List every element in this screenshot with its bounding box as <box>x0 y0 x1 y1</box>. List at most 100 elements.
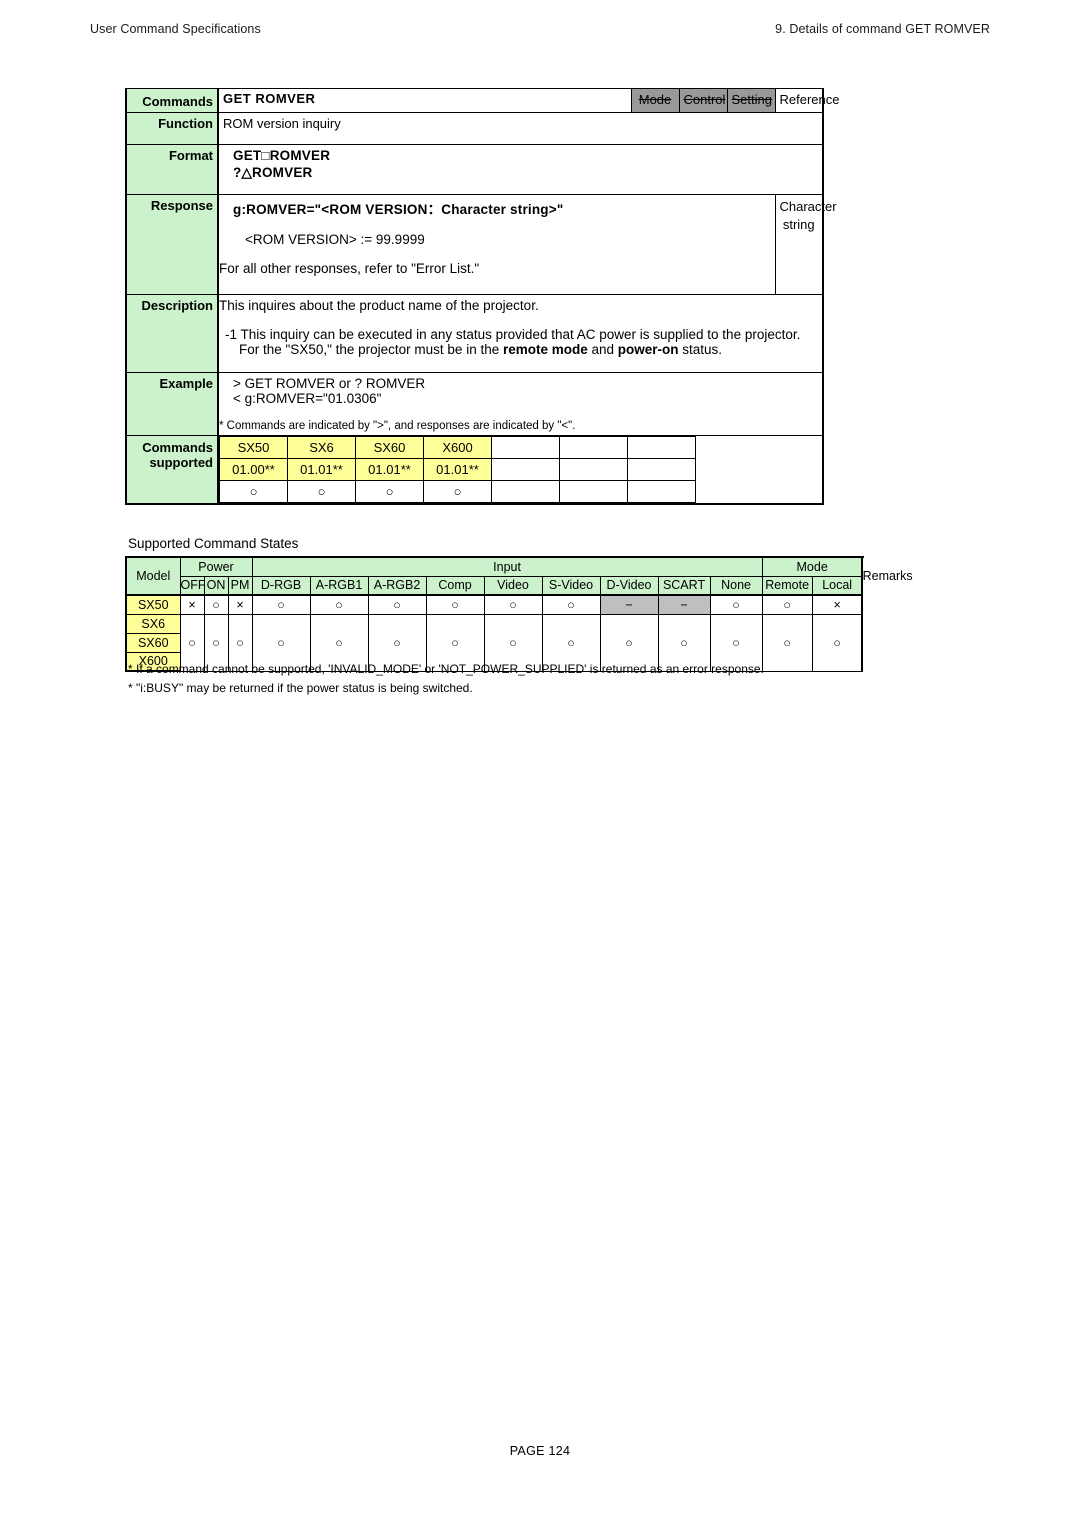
label-commands: Commands <box>125 88 219 113</box>
command-title: GET ROMVER <box>217 88 632 113</box>
page-header: User Command Specifications 9. Details o… <box>90 22 990 42</box>
states-sub-input-a-rgb1: A-RGB1 <box>309 575 369 596</box>
states-sub-input-s-video: S-Video <box>541 575 601 596</box>
states-sub-input-d-rgb: D-RGB <box>251 575 311 596</box>
spec-row-title: Commands GET ROMVER Mode Control Setting… <box>125 88 839 113</box>
states-header-input: Input <box>251 556 763 577</box>
cs-support-1: ○ <box>287 480 356 503</box>
states-sub-input-comp: Comp <box>425 575 485 596</box>
states-row-model-sx60: SX60 <box>125 632 181 653</box>
flag-control: Control <box>678 88 728 113</box>
cs-support-3: ○ <box>423 480 492 503</box>
cs-filler <box>695 436 822 503</box>
states-cell-sx6group-13: ○ <box>811 613 863 672</box>
cs-support-5 <box>559 480 628 503</box>
desc-sub-mid: and <box>587 342 618 357</box>
format-line-2: ?△ROMVER <box>233 165 313 180</box>
label-commands-supported-line-2: supported <box>149 455 213 470</box>
cs-model-0: SX50 <box>219 436 288 459</box>
example-line-2: < g:ROMVER="01.0306" <box>233 391 382 406</box>
states-header-power: Power <box>179 556 253 577</box>
states-sub-input-video: Video <box>483 575 543 596</box>
label-commands-supported: Commands supported <box>125 435 219 505</box>
footnotes: * If a command cannot be supported, 'INV… <box>128 660 764 697</box>
states-cell-sx50-2: × <box>227 594 253 615</box>
footnote-1: * If a command cannot be supported, 'INV… <box>128 662 764 676</box>
states-cell-sx50-11: ○ <box>709 594 763 615</box>
states-cell-sx50-13: × <box>811 594 863 615</box>
cs-model-2: SX60 <box>355 436 424 459</box>
cs-version-1: 01.01** <box>287 458 356 481</box>
states-cell-sx50-5: ○ <box>367 594 427 615</box>
states-header-mode: Mode <box>761 556 863 577</box>
response-note: For all other responses, refer to "Error… <box>219 261 480 276</box>
cs-version-0: 01.00** <box>219 458 288 481</box>
response-syntax: g:ROMVER="<ROM VERSION：Character string>… <box>233 202 564 217</box>
page-header-right: 9. Details of command GET ROMVER <box>775 22 990 36</box>
label-response: Response <box>125 194 219 295</box>
states-row-model-sx50: SX50 <box>125 594 181 615</box>
spec-row-format: Format GET□ROMVER ?△ROMVER <box>125 144 824 195</box>
states-cell-sx50-1: ○ <box>203 594 229 615</box>
states-sub-header-row: OFF ON PM D-RGB A-RGB1 A-RGB2 Comp Video… <box>126 575 863 596</box>
spec-row-description: Description This inquires about the prod… <box>125 294 824 373</box>
response-type-line-1: Character <box>779 199 837 214</box>
cs-model-5 <box>559 436 628 459</box>
command-spec-table: Commands GET ROMVER Mode Control Setting… <box>125 88 839 505</box>
spec-row-function: Function ROM version inquiry <box>125 112 824 145</box>
page-footer: PAGE 124 <box>509 1444 571 1458</box>
states-cell-sx50-6: ○ <box>425 594 485 615</box>
cs-support-6 <box>627 480 696 503</box>
cs-model-1: SX6 <box>287 436 356 459</box>
cs-support-4 <box>491 480 560 503</box>
label-format: Format <box>125 144 219 195</box>
states-cell-sx50-8: ○ <box>541 594 601 615</box>
label-commands-supported-line-1: Commands <box>142 440 213 455</box>
description-bullet-text: This inquiry can be executed in any stat… <box>240 327 801 342</box>
response-type: Character string <box>774 194 837 295</box>
desc-sub-bold-2: power-on <box>617 342 679 357</box>
states-cell-sx50-12: ○ <box>761 594 813 615</box>
spec-row-example: Example > GET ROMVER or ? ROMVER < g:ROM… <box>125 372 824 436</box>
spec-row-response: Response g:ROMVER="<ROM VERSION：Characte… <box>125 194 837 295</box>
cs-version-3: 01.01** <box>423 458 492 481</box>
states-row-sx50: SX50 × ○ × ○ ○ ○ ○ ○ ○ − − ○ ○ × <box>125 594 863 615</box>
example-line-1: > GET ROMVER or ? ROMVER <box>233 376 426 391</box>
description-line-1: This inquires about the product name of … <box>219 298 539 313</box>
states-sub-input-a-rgb2: A-RGB2 <box>367 575 427 596</box>
cs-support-0: ○ <box>219 480 288 503</box>
states-sub-power-on: ON <box>203 575 229 596</box>
states-group-header-row: Model Power Input Mode Remarks <box>125 556 913 596</box>
page-header-left: User Command Specifications <box>90 22 261 36</box>
states-sub-power-pm: PM <box>227 575 253 596</box>
description-value: This inquires about the product name of … <box>217 294 824 373</box>
response-type-line-2: string <box>782 216 815 232</box>
cs-version-2: 01.01** <box>355 458 424 481</box>
description-bullet-sub: For the "SX50," the projector must be in… <box>219 342 818 357</box>
description-bullet-marker: -1 <box>225 327 238 342</box>
states-sub-input-none: None <box>709 575 763 596</box>
example-note: * Commands are indicated by ">", and res… <box>219 420 576 432</box>
states-sub-mode-local: Local <box>811 575 863 596</box>
states-cell-sx50-3: ○ <box>251 594 311 615</box>
cs-support-2: ○ <box>355 480 424 503</box>
cs-model-4 <box>491 436 560 459</box>
cs-row-models: SX50 SX6 SX60 X600 <box>219 436 822 503</box>
format-value: GET□ROMVER ?△ROMVER <box>217 144 824 195</box>
commands-supported-table: SX50 SX6 SX60 X600 01.00** 01.01** 01.01… <box>219 436 822 503</box>
cs-version-4 <box>491 458 560 481</box>
spec-row-commands-supported: Commands supported SX50 SX6 SX60 X600 01… <box>125 435 824 505</box>
footnote-2: * "i:BUSY" may be returned if the power … <box>128 680 473 695</box>
commands-supported-grid: SX50 SX6 SX60 X600 01.00** 01.01** 01.01… <box>217 435 824 505</box>
states-cell-sx6group-12: ○ <box>761 613 813 672</box>
states-cell-sx50-9: − <box>599 594 659 615</box>
desc-sub-bold-1: remote mode <box>502 342 588 357</box>
states-section-title: Supported Command States <box>128 536 299 551</box>
flag-setting: Setting <box>726 88 776 113</box>
states-sub-power-off: OFF <box>179 575 206 596</box>
cs-model-3: X600 <box>423 436 492 459</box>
cs-version-5 <box>559 458 628 481</box>
example-value: > GET ROMVER or ? ROMVER < g:ROMVER="01.… <box>217 372 824 436</box>
response-definition: <ROM VERSION> := 99.9999 <box>245 232 425 247</box>
desc-sub-post: status. <box>678 342 723 357</box>
